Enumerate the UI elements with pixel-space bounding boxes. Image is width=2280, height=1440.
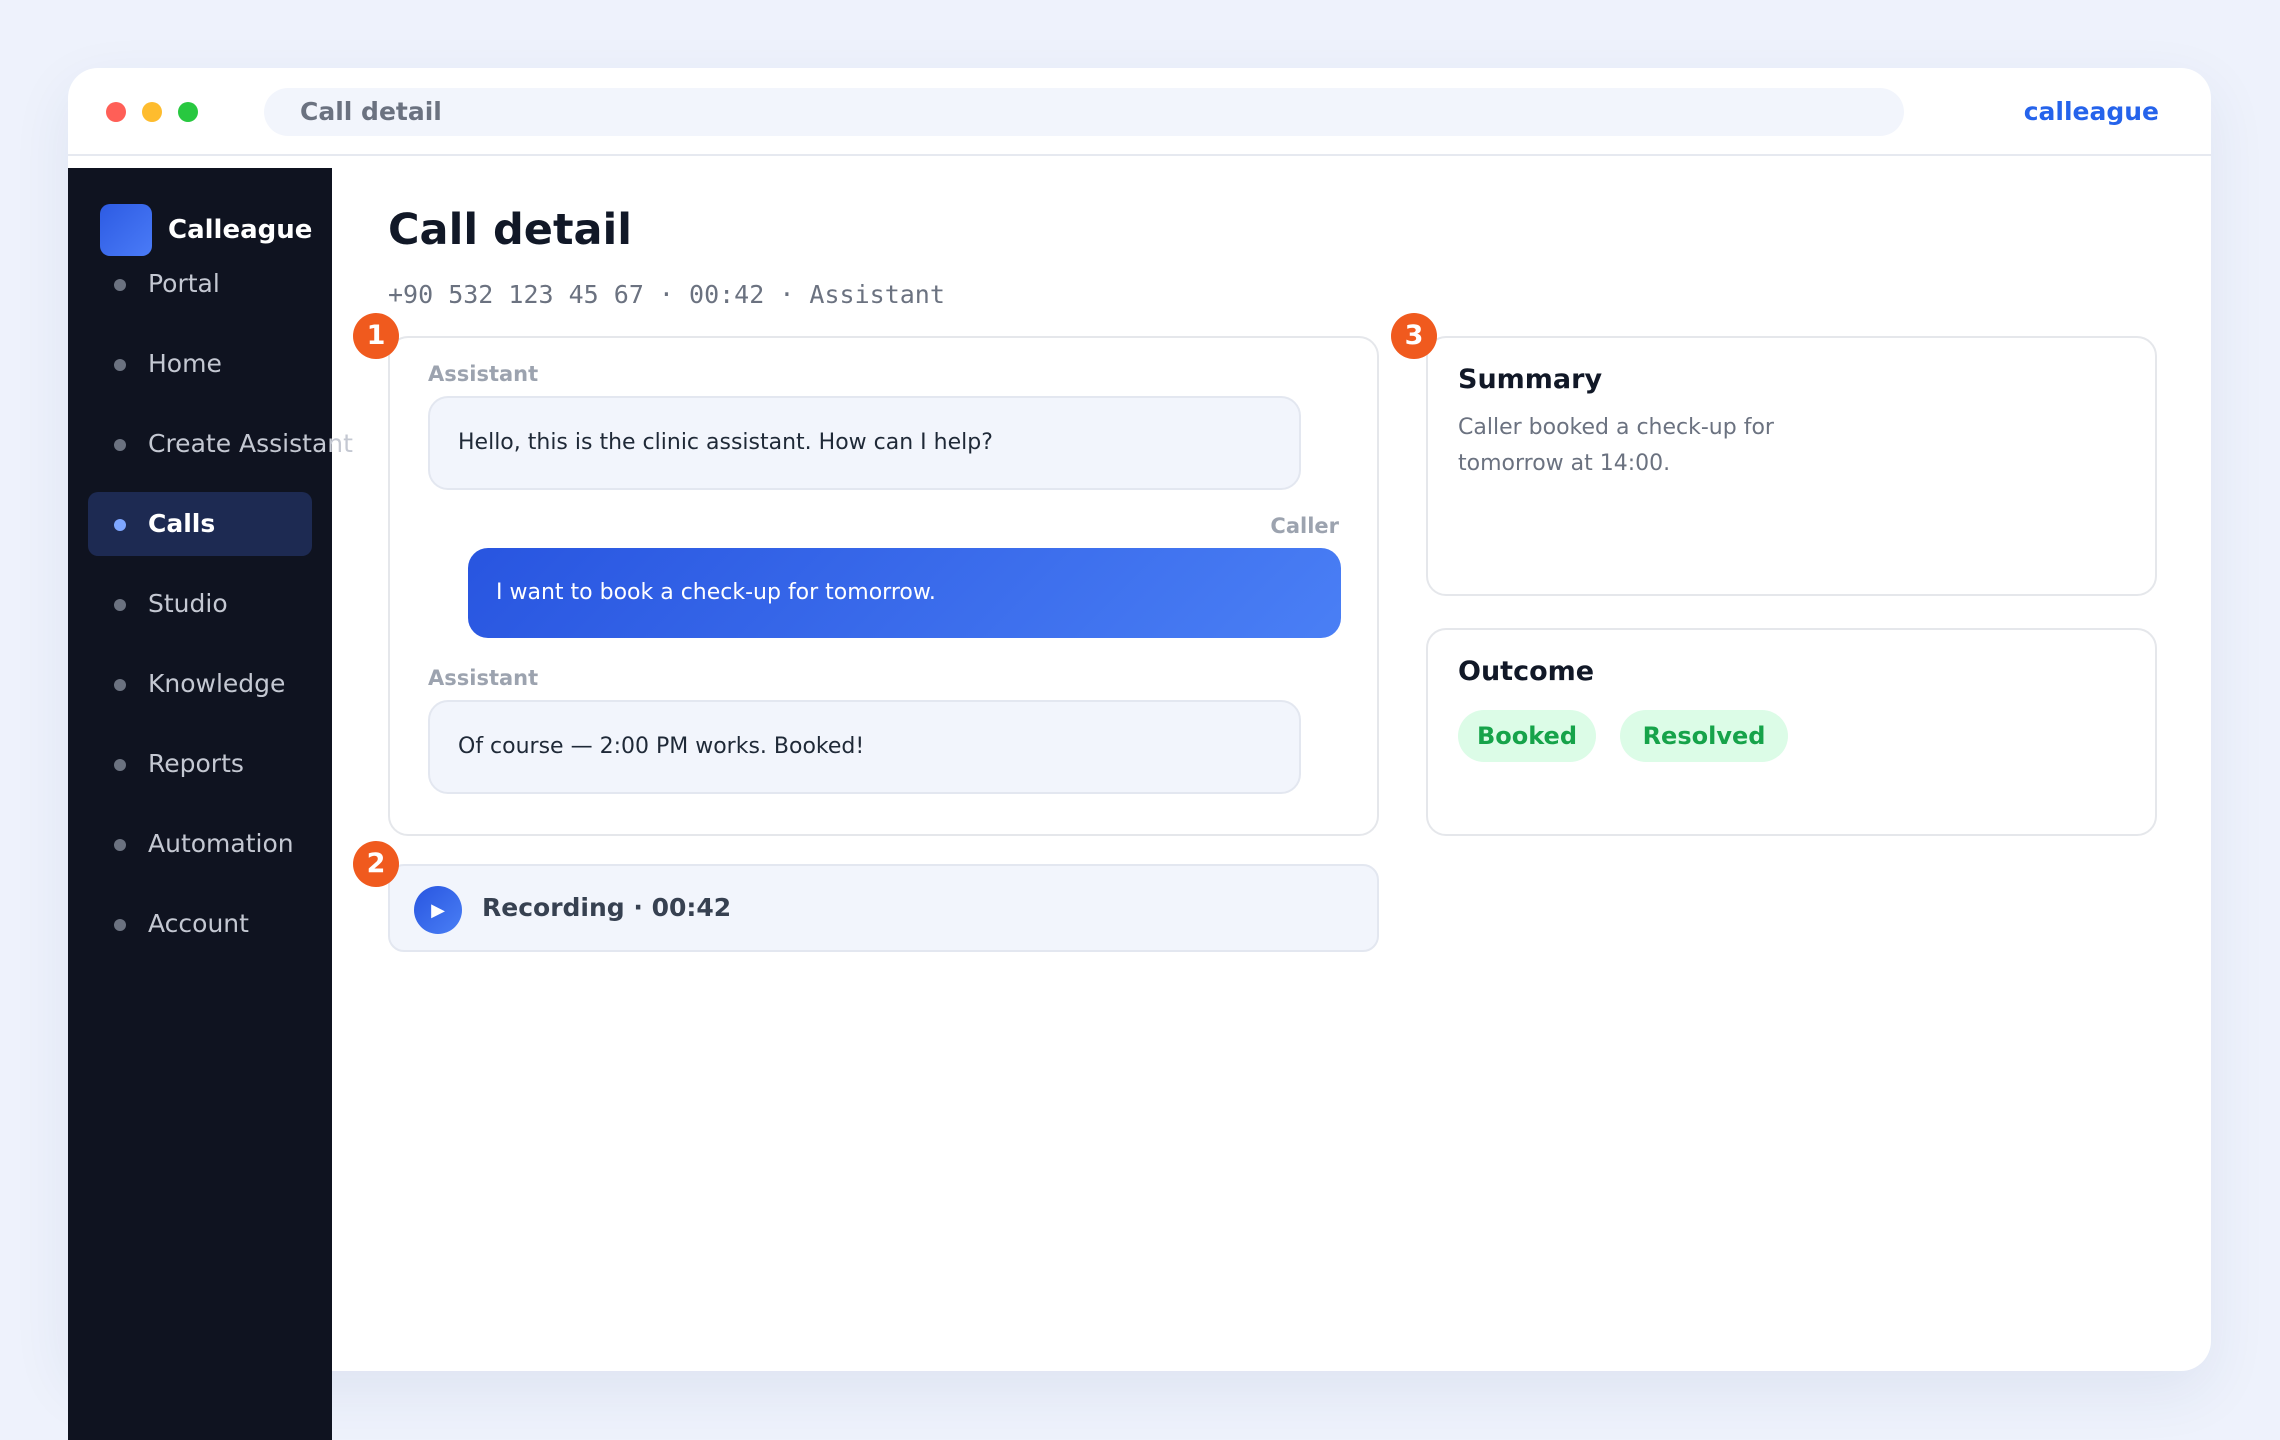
bullet-icon: [114, 919, 126, 931]
bullet-icon: [114, 839, 126, 851]
assistant-message: Hello, this is the clinic assistant. How…: [428, 396, 1301, 490]
sidebar: Calleague Portal Home Create Assistant C…: [68, 168, 353, 1440]
speaker-label: Assistant: [428, 362, 539, 386]
step-badge: 2: [353, 841, 399, 887]
sidebar-item-portal[interactable]: Portal: [88, 252, 312, 316]
sidebar-item-calls[interactable]: Calls: [88, 492, 312, 556]
sidebar-item-reports[interactable]: Reports: [88, 732, 312, 796]
outcome-title: Outcome: [1458, 656, 1595, 687]
maximize-window-dot[interactable]: [178, 102, 198, 122]
summary-card: Summary Caller booked a check-up for tom…: [1426, 336, 2157, 596]
page-title: Call detail: [388, 205, 633, 255]
sidebar-item-label: Knowledge: [148, 669, 286, 698]
assistant-message: Of course — 2:00 PM works. Booked!: [428, 700, 1301, 794]
step-badge: 3: [1391, 313, 1437, 359]
bullet-icon: [114, 599, 126, 611]
bullet-icon: [114, 759, 126, 771]
status-badge: Booked: [1458, 710, 1596, 762]
bullet-icon: [114, 359, 126, 371]
summary-title: Summary: [1458, 364, 1603, 395]
speaker-label: Assistant: [428, 666, 539, 690]
outcome-card: Outcome Booked Resolved: [1426, 628, 2157, 836]
sidebar-item-label: Calls: [148, 509, 216, 538]
play-icon[interactable]: ▶: [414, 886, 462, 934]
sidebar-item-create-assistant[interactable]: Create Assistant: [88, 412, 353, 476]
recording-player: ▶ Recording · 00:42: [388, 864, 1379, 952]
minimize-window-dot[interactable]: [142, 102, 162, 122]
sidebar-item-label: Reports: [148, 749, 244, 778]
bullet-icon: [114, 439, 126, 451]
sidebar-item-label: Studio: [148, 589, 228, 618]
sidebar-item-home[interactable]: Home: [88, 332, 312, 396]
close-window-dot[interactable]: [106, 102, 126, 122]
step-badge: 1: [353, 313, 399, 359]
bullet-icon: [114, 519, 126, 531]
sidebar-item-label: Create Assistant: [148, 429, 353, 458]
sidebar-item-studio[interactable]: Studio: [88, 572, 312, 636]
sidebar-item-label: Automation: [148, 829, 294, 858]
recording-label: Recording · 00:42: [482, 893, 732, 922]
transcript-card: Assistant Hello, this is the clinic assi…: [388, 336, 1379, 836]
sidebar-item-label: Home: [148, 349, 222, 378]
sidebar-item-account[interactable]: Account: [88, 892, 312, 956]
title-bar: Call detail calleague: [68, 68, 2211, 156]
summary-text: Caller booked a check-up for tomorrow at…: [1458, 415, 1774, 476]
bullet-icon: [114, 679, 126, 691]
app-name: Calleague: [168, 215, 313, 245]
sidebar-item-knowledge[interactable]: Knowledge: [88, 652, 312, 716]
address-bar[interactable]: Call detail: [264, 88, 1904, 136]
caller-message: I want to book a check-up for tomorrow.: [468, 548, 1341, 638]
status-badge: Resolved: [1620, 710, 1788, 762]
brand-link[interactable]: calleague: [2024, 94, 2159, 130]
bullet-icon: [114, 279, 126, 291]
app-logo-icon: [100, 204, 152, 256]
call-meta: +90 532 123 45 67 · 00:42 · Assistant: [388, 280, 945, 309]
sidebar-item-automation[interactable]: Automation: [88, 812, 312, 876]
sidebar-item-label: Portal: [148, 269, 220, 298]
speaker-label: Caller: [1270, 514, 1339, 538]
sidebar-item-label: Account: [148, 909, 249, 938]
